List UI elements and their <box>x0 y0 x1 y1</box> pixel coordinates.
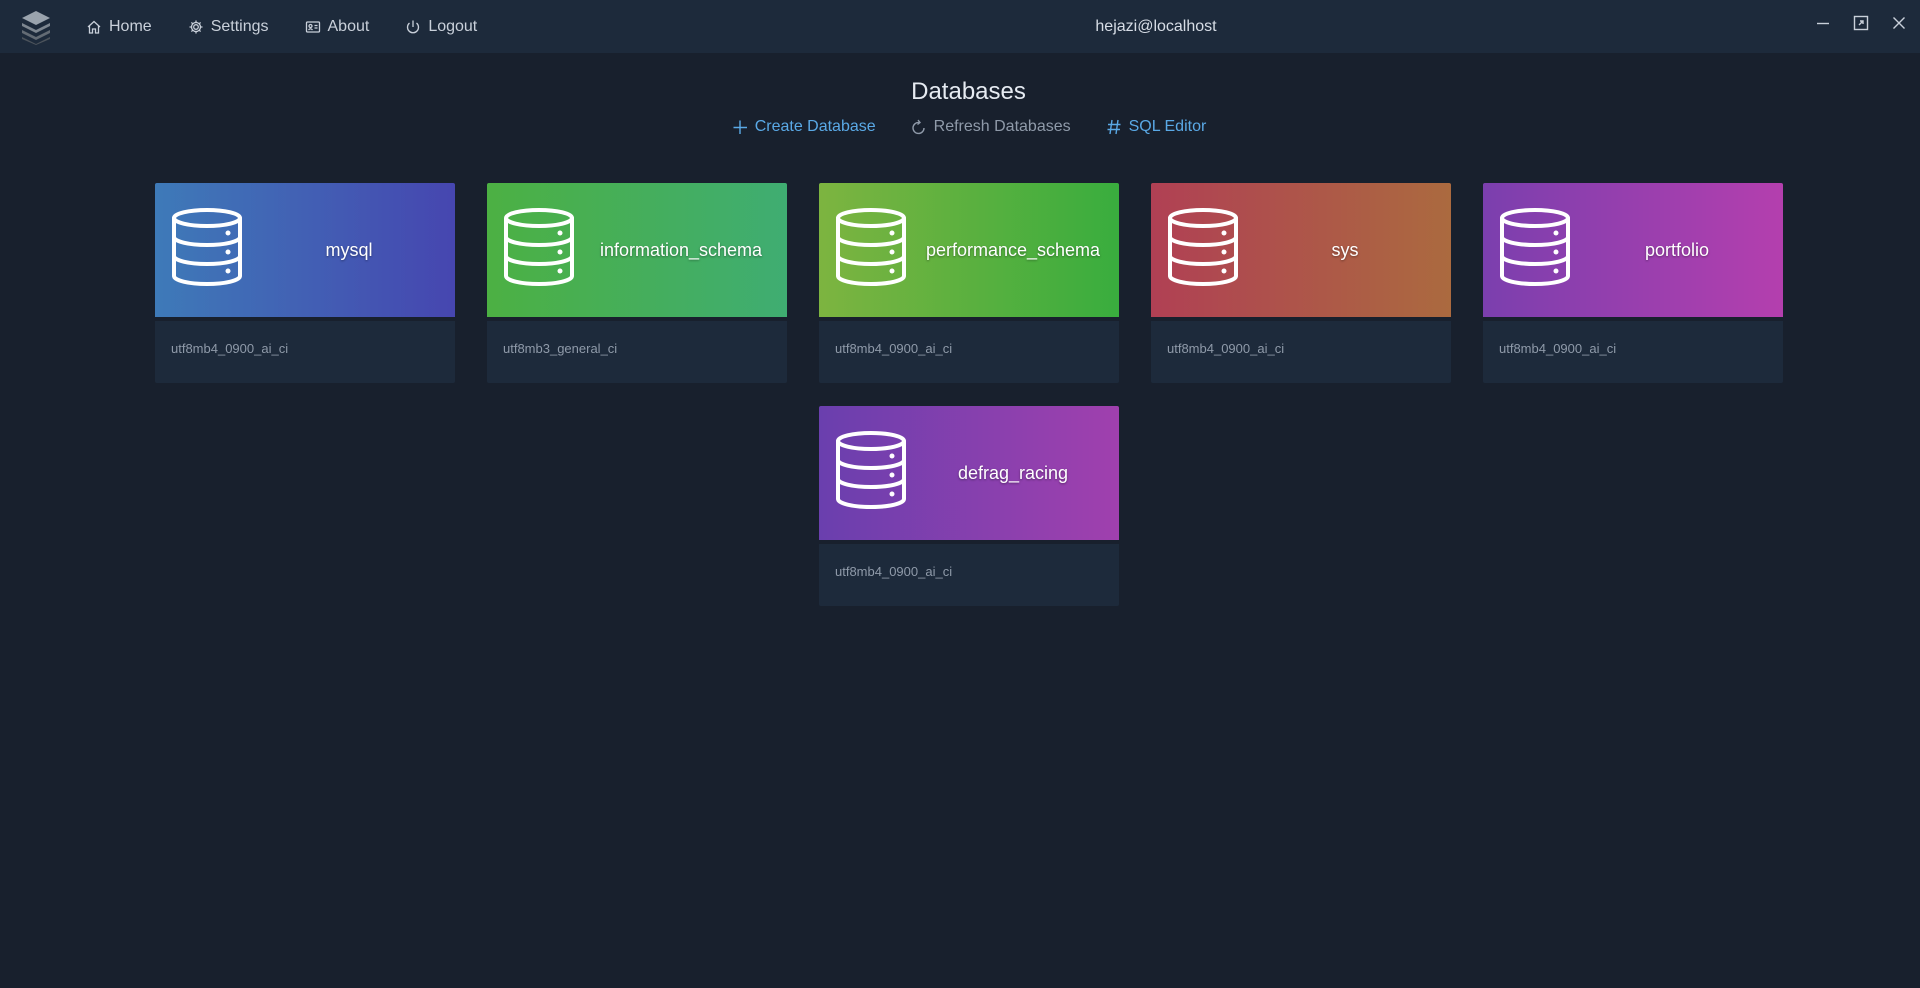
database-icon <box>1168 208 1238 286</box>
sql-editor-button[interactable]: SQL Editor <box>1105 118 1207 136</box>
database-card[interactable]: portfolio utf8mb4_0900_ai_ci <box>1483 183 1783 383</box>
database-collation: utf8mb4_0900_ai_ci <box>155 321 455 383</box>
database-collation: utf8mb3_general_ci <box>487 321 787 383</box>
title-bar: Home Settings About Logout hejazi@localh… <box>0 0 1920 53</box>
database-card-header[interactable]: portfolio <box>1483 183 1783 317</box>
database-name: sys <box>1331 239 1359 260</box>
app-logo-icon[interactable] <box>20 9 52 45</box>
power-icon <box>407 20 420 33</box>
database-card-header[interactable]: information_schema <box>487 183 787 317</box>
nav-logout-label: Logout <box>428 17 478 35</box>
nav-logout[interactable]: Logout <box>405 0 477 53</box>
database-collation: utf8mb4_0900_ai_ci <box>819 544 1119 606</box>
create-database-button[interactable]: Create Database <box>731 118 876 136</box>
refresh-databases-label: Refresh Databases <box>933 118 1071 135</box>
database-name: information_schema <box>599 239 763 260</box>
database-collation: utf8mb4_0900_ai_ci <box>819 321 1119 383</box>
plus-icon <box>733 120 747 134</box>
sql-editor-label: SQL Editor <box>1128 118 1207 135</box>
database-card[interactable]: sys utf8mb4_0900_ai_ci <box>1151 183 1451 383</box>
database-card[interactable]: information_schema utf8mb3_general_ci <box>487 183 787 383</box>
refresh-databases-button[interactable]: Refresh Databases <box>910 118 1071 136</box>
database-icon <box>172 208 242 286</box>
database-name: mysql <box>325 239 373 260</box>
database-name: portfolio <box>1644 239 1710 260</box>
database-card-header[interactable]: defrag_racing <box>819 406 1119 540</box>
database-card[interactable]: mysql utf8mb4_0900_ai_ci <box>155 183 455 383</box>
action-bar: Create Database Refresh Databases SQL Ed… <box>0 118 1920 136</box>
nav-about[interactable]: About <box>305 0 370 53</box>
nav-settings-label: Settings <box>210 17 269 35</box>
close-icon <box>1893 17 1905 29</box>
database-icon <box>1500 208 1570 286</box>
nav-about-label: About <box>327 17 370 35</box>
refresh-icon <box>911 119 925 135</box>
create-database-label: Create Database <box>754 118 876 135</box>
database-icon <box>504 208 574 286</box>
database-card-header[interactable]: sys <box>1151 183 1451 317</box>
gear-icon <box>189 20 203 33</box>
minimize-button[interactable] <box>1814 14 1832 32</box>
database-name: defrag_racing <box>957 462 1069 483</box>
nav-home-label: Home <box>109 17 152 35</box>
main-nav: Home Settings About Logout <box>86 0 513 53</box>
user-label: hejazi@localhost <box>1095 17 1217 35</box>
database-collation: utf8mb4_0900_ai_ci <box>1483 321 1783 383</box>
database-name: performance_schema <box>925 239 1101 260</box>
hash-icon <box>1107 119 1121 135</box>
database-card[interactable]: performance_schema utf8mb4_0900_ai_ci <box>819 183 1119 383</box>
id-card-icon <box>305 20 320 33</box>
close-button[interactable] <box>1890 14 1908 32</box>
database-icon <box>836 431 906 509</box>
window-controls <box>1814 14 1908 32</box>
database-collation: utf8mb4_0900_ai_ci <box>1151 321 1451 383</box>
database-card[interactable]: defrag_racing utf8mb4_0900_ai_ci <box>819 406 1119 606</box>
nav-home[interactable]: Home <box>86 0 152 53</box>
database-card-header[interactable]: performance_schema <box>819 183 1119 317</box>
maximize-button[interactable] <box>1852 14 1870 32</box>
maximize-icon <box>1853 15 1869 31</box>
database-card-header[interactable]: mysql <box>155 183 455 317</box>
page-title: Databases <box>911 78 1026 105</box>
nav-settings[interactable]: Settings <box>188 0 269 53</box>
minimize-icon <box>1817 22 1829 25</box>
database-icon <box>836 208 906 286</box>
home-icon <box>87 20 101 34</box>
